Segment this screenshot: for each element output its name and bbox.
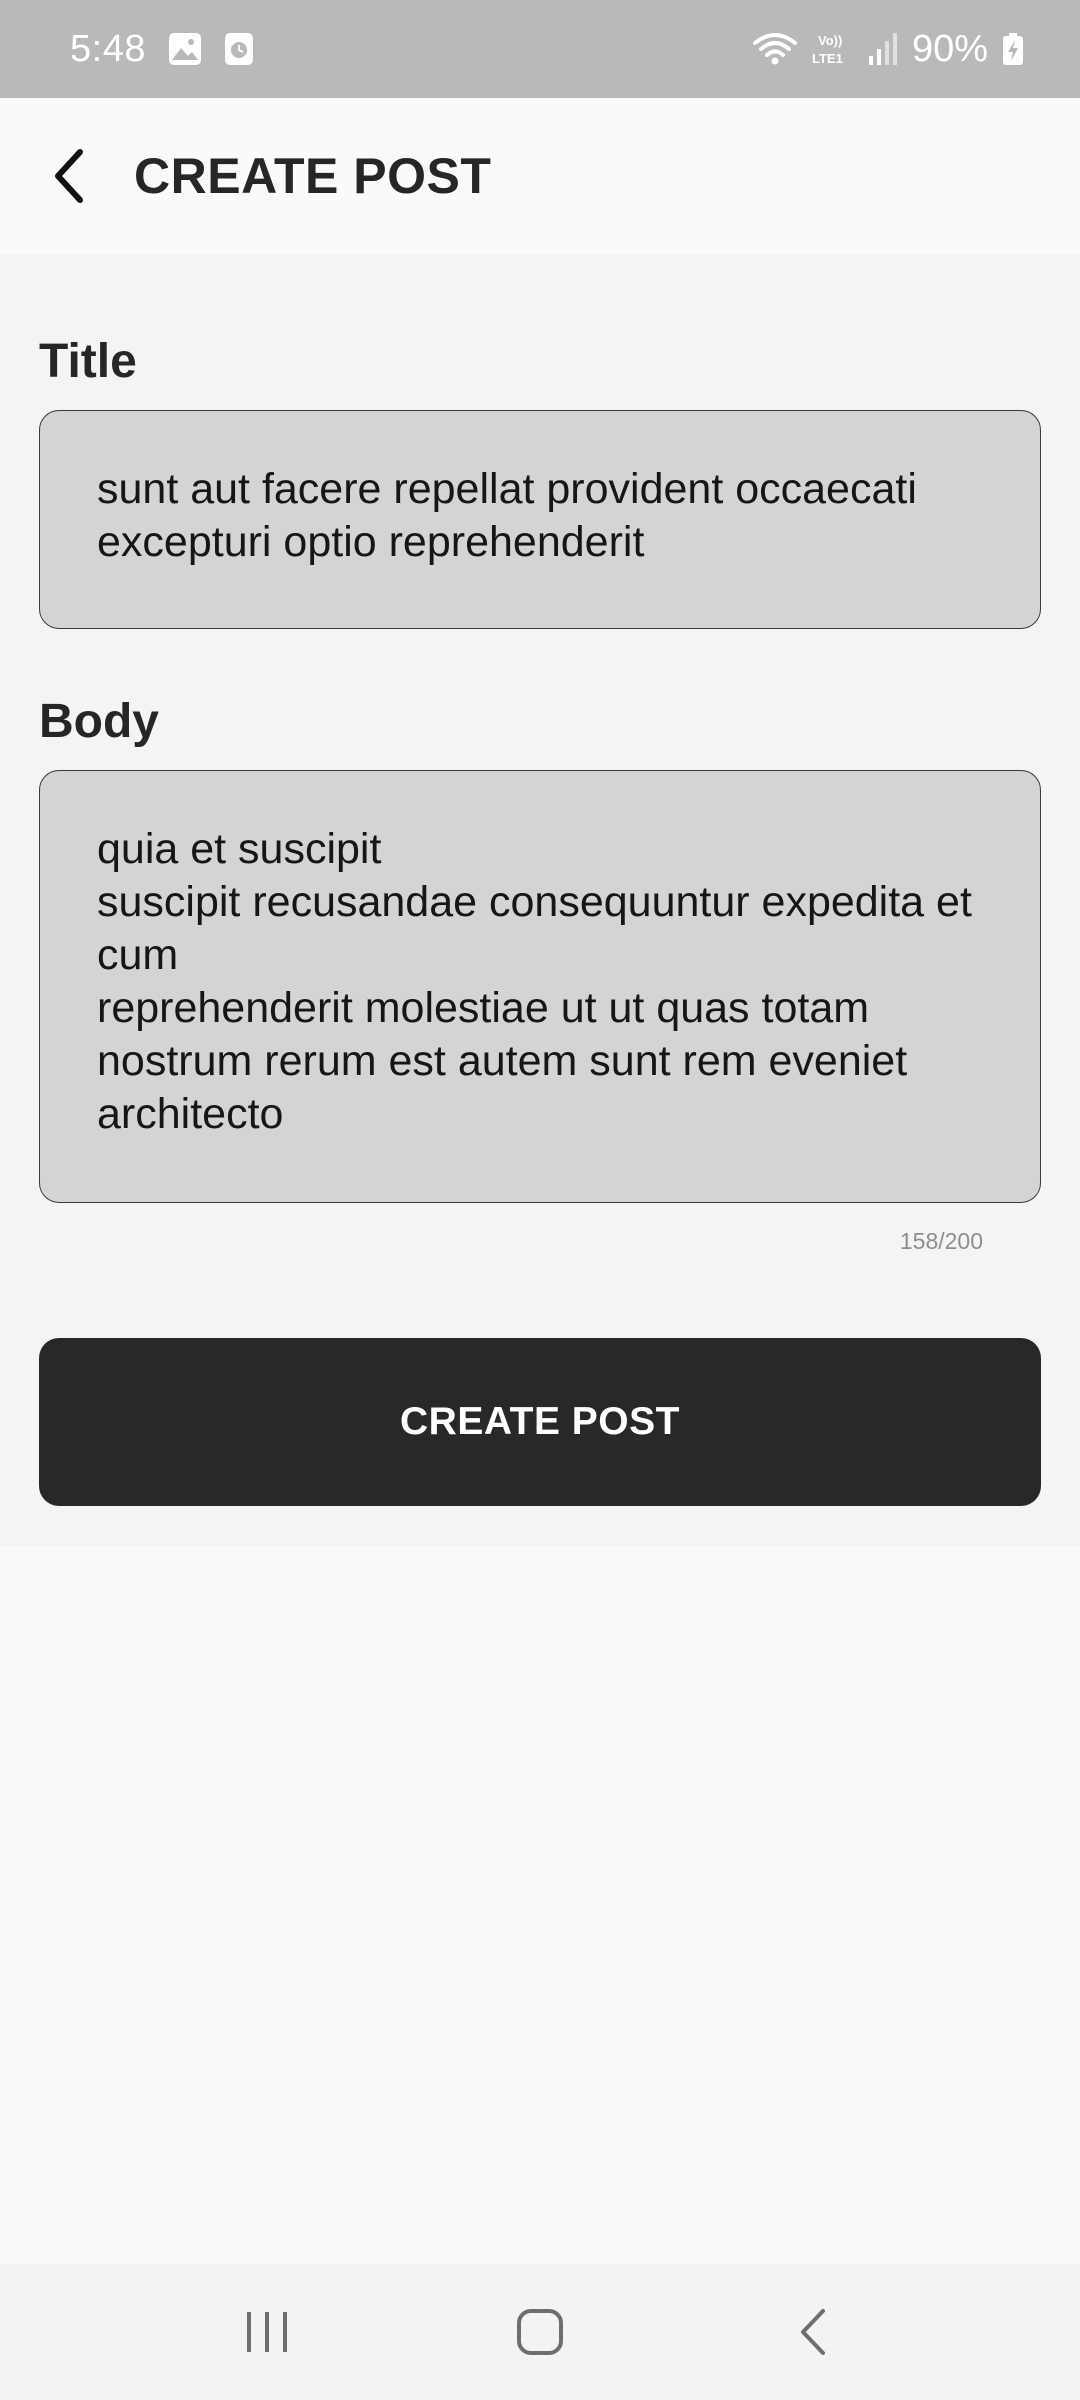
chevron-left-icon	[50, 148, 90, 204]
create-post-button[interactable]: CREATE POST	[39, 1338, 1041, 1506]
title-input[interactable]: sunt aut facere repellat provident occae…	[39, 410, 1041, 629]
svg-text:LTE1: LTE1	[812, 51, 843, 66]
battery-charging-icon	[1002, 32, 1024, 66]
char-counter: 158/200	[899, 1228, 983, 1254]
back-button[interactable]	[30, 136, 110, 216]
back-icon	[796, 2307, 830, 2357]
status-bar: 5:48 Vo)) LTE1 90%	[0, 0, 1080, 98]
signal-icon	[868, 32, 898, 66]
body-textarea[interactable]: quia et suscipit suscipit recusandae con…	[39, 770, 1041, 1203]
app-bar: CREATE POST	[0, 98, 1080, 254]
recent-apps-icon	[244, 2310, 290, 2354]
recent-apps-button[interactable]	[217, 2282, 317, 2382]
image-icon	[168, 32, 202, 66]
page-title: CREATE POST	[134, 148, 492, 204]
status-time: 5:48	[70, 27, 146, 70]
system-nav-bar	[0, 2264, 1080, 2400]
status-left: 5:48	[70, 28, 254, 71]
nav-back-button[interactable]	[763, 2282, 863, 2382]
home-button[interactable]	[490, 2282, 590, 2382]
wifi-icon	[752, 31, 798, 67]
title-label: Title	[39, 335, 137, 388]
lte-icon: Vo)) LTE1	[812, 31, 854, 67]
svg-text:Vo)): Vo))	[818, 33, 842, 48]
body-label: Body	[39, 695, 159, 748]
home-icon	[516, 2308, 564, 2356]
battery-percent: 90%	[911, 27, 988, 70]
create-post-form: Title sunt aut facere repellat provident…	[0, 254, 1080, 1546]
status-right: Vo)) LTE1 90%	[752, 28, 1024, 71]
clock-app-icon	[224, 32, 254, 66]
